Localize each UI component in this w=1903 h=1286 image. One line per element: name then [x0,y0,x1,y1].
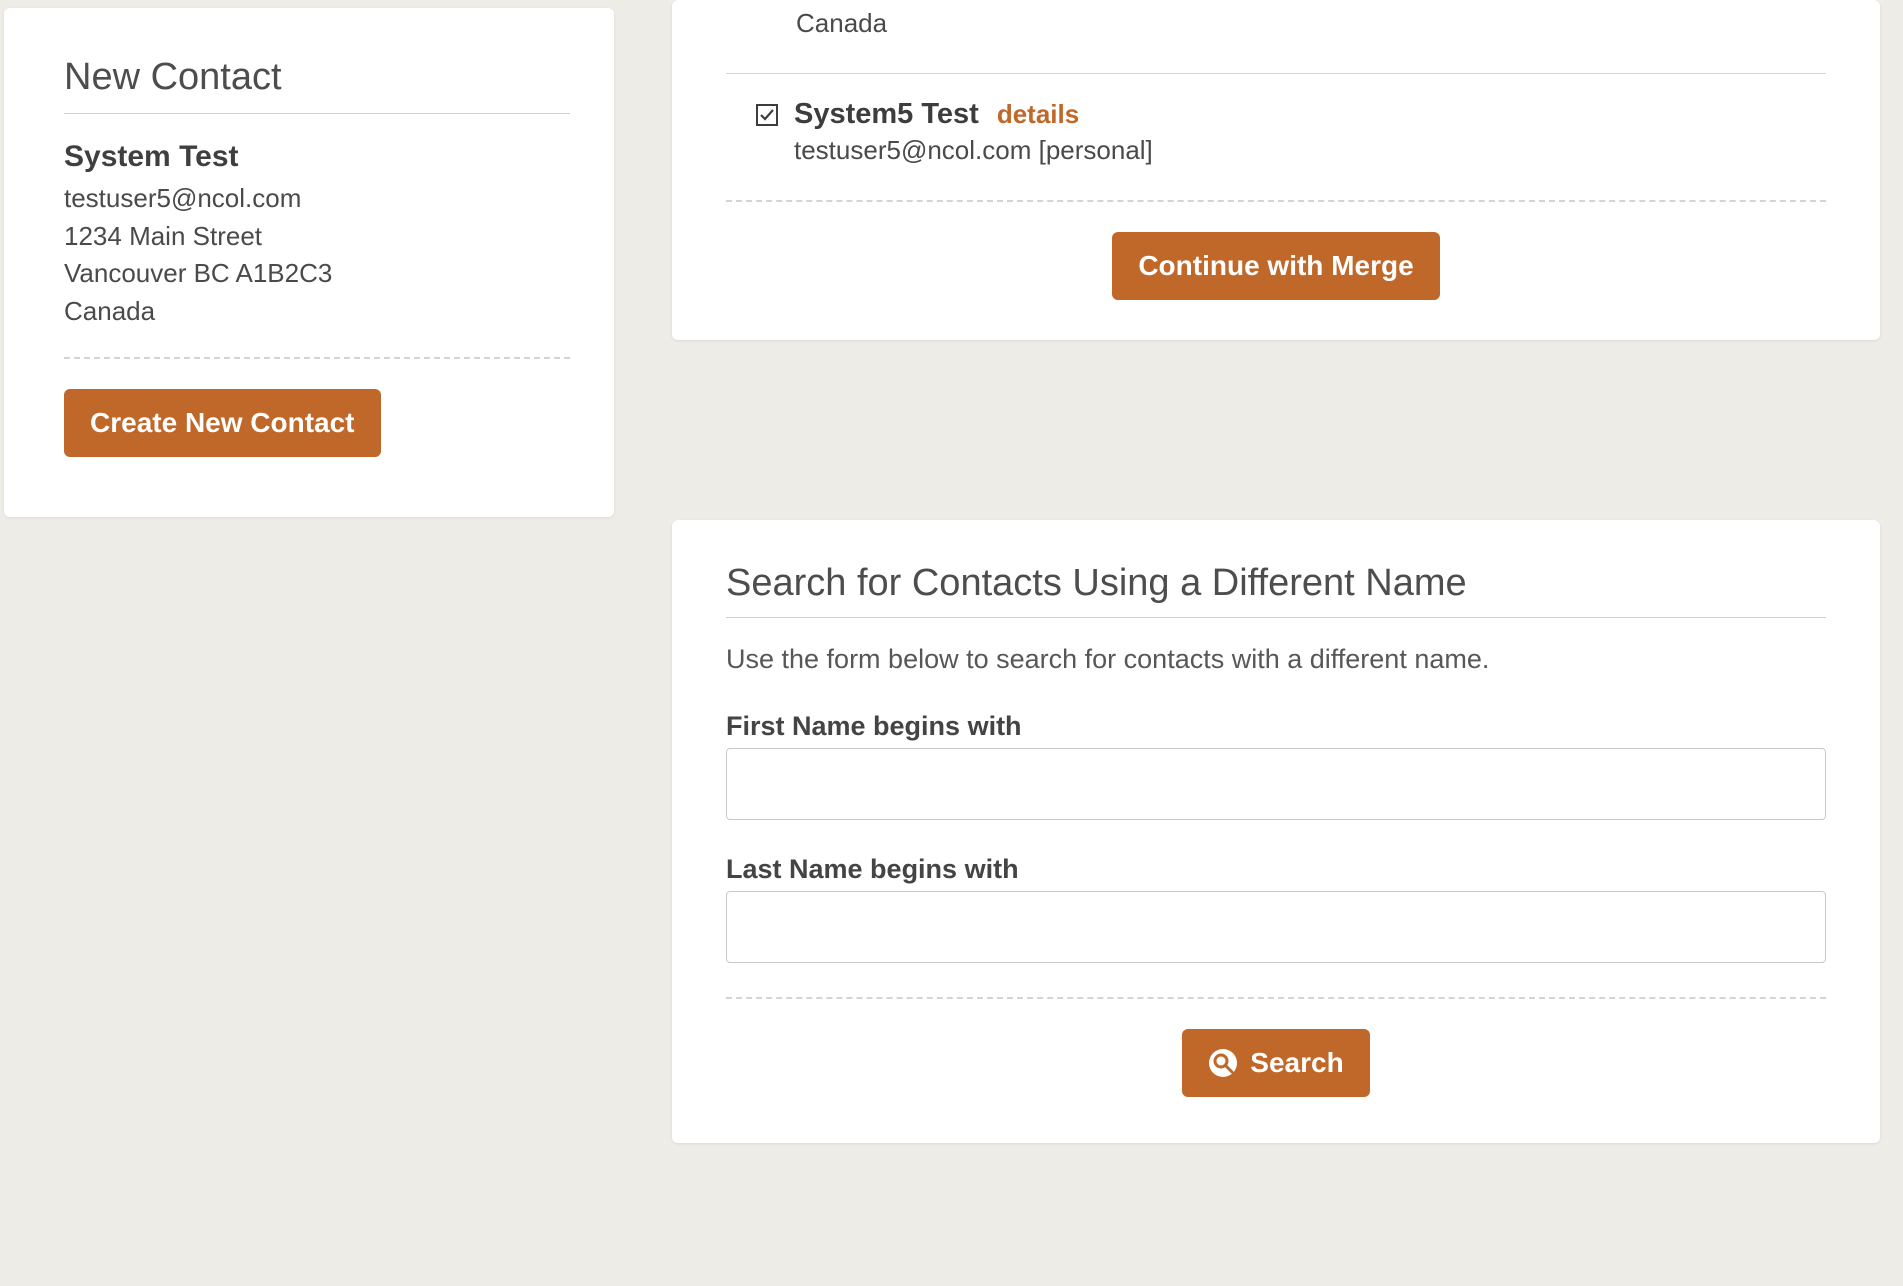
last-name-label: Last Name begins with [726,854,1826,885]
continue-merge-button[interactable]: Continue with Merge [1112,232,1439,300]
match-checkbox[interactable] [756,104,778,126]
existing-contact-country: Canada [796,5,1826,43]
new-contact-cityline: Vancouver BC A1B2C3 [64,255,570,293]
search-button-label: Search [1250,1047,1343,1079]
new-contact-street: 1234 Main Street [64,218,570,256]
new-contact-country: Canada [64,293,570,331]
search-button[interactable]: Search [1182,1029,1369,1097]
match-info: System5 Test details testuser5@ncol.com … [794,98,1826,166]
divider-dashed [726,997,1826,999]
first-name-label: First Name begins with [726,711,1826,742]
match-row: System5 Test details testuser5@ncol.com … [726,98,1826,166]
search-card: Search for Contacts Using a Different Na… [672,520,1880,1143]
new-contact-card: New Contact System Test testuser5@ncol.c… [4,8,614,517]
create-new-contact-button[interactable]: Create New Contact [64,389,381,457]
details-link[interactable]: details [997,99,1079,130]
new-contact-name: System Test [64,140,570,174]
match-contact-name: System5 Test [794,98,979,131]
first-name-input[interactable] [726,748,1826,820]
divider-dashed [726,200,1826,202]
check-icon [759,107,775,123]
search-icon [1208,1048,1238,1078]
last-name-input[interactable] [726,891,1826,963]
search-instruction: Use the form below to search for contact… [726,644,1826,675]
existing-contact-address: Vancouver BC A1B2C3 Canada [726,0,1826,43]
new-contact-heading: New Contact [64,56,570,99]
search-heading: Search for Contacts Using a Different Na… [726,562,1826,605]
divider [64,113,570,114]
divider [726,73,1826,74]
match-contact-email: testuser5@ncol.com [personal] [794,135,1826,166]
new-contact-email: testuser5@ncol.com [64,180,570,218]
divider [726,617,1826,618]
merge-card: Vancouver BC A1B2C3 Canada System5 Test … [672,0,1880,340]
divider-dashed [64,357,570,359]
